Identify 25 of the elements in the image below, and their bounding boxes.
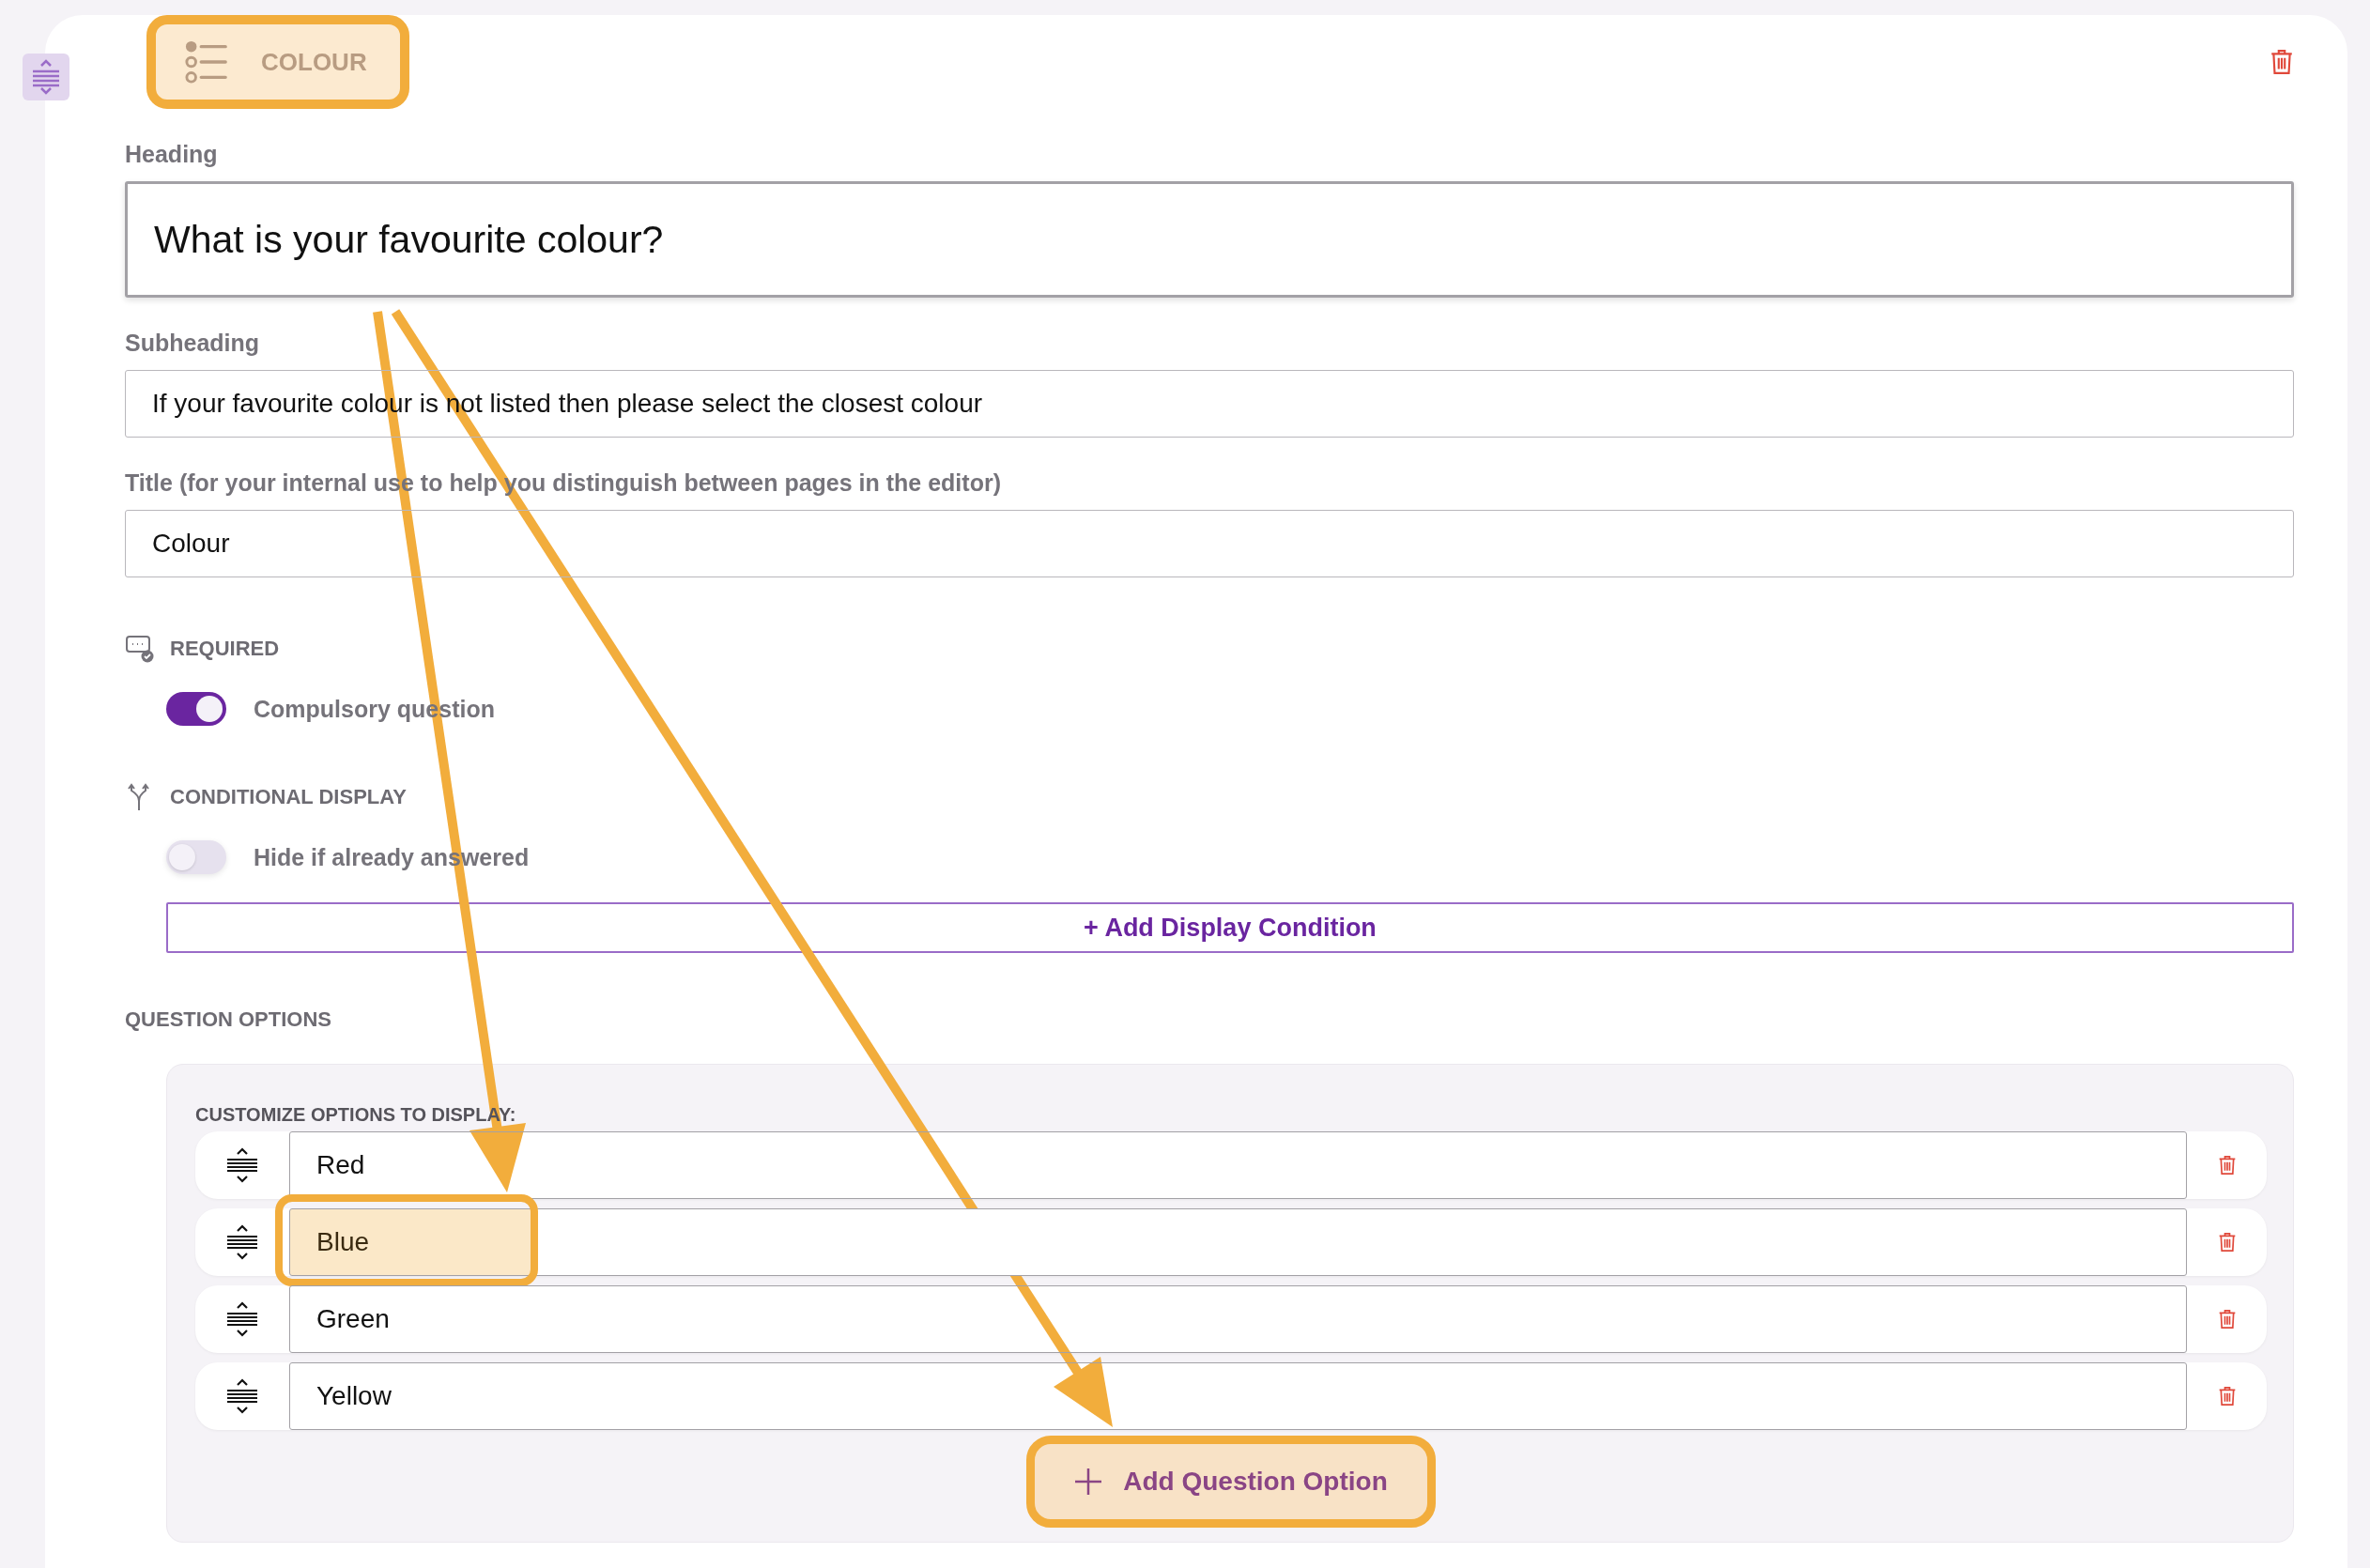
section-heading: CONDITIONAL DISPLAY bbox=[170, 785, 407, 809]
page-type-label: COLOUR bbox=[261, 47, 367, 77]
add-option-button[interactable]: Add Question Option bbox=[1026, 1436, 1436, 1528]
delete-icon[interactable] bbox=[2217, 1309, 2237, 1330]
option-field[interactable]: Red bbox=[289, 1131, 2187, 1199]
drag-handle-icon[interactable] bbox=[23, 54, 69, 100]
add-condition-button[interactable]: + Add Display Condition bbox=[166, 902, 2294, 953]
field-label: Heading bbox=[125, 141, 219, 168]
text-field[interactable]: What is your favourite colour? bbox=[125, 181, 2294, 298]
option-field[interactable]: Green bbox=[289, 1285, 2187, 1353]
list-icon bbox=[184, 39, 229, 85]
text-field[interactable]: Colour bbox=[125, 510, 2294, 577]
toggle-switch[interactable] bbox=[166, 692, 226, 726]
chat-check-icon bbox=[125, 634, 155, 664]
delete-icon[interactable] bbox=[2270, 49, 2294, 75]
toggle-switch[interactable] bbox=[166, 840, 226, 874]
section-heading: QUESTION OPTIONS bbox=[125, 1007, 333, 1032]
delete-icon[interactable] bbox=[2217, 1155, 2237, 1176]
delete-icon[interactable] bbox=[2217, 1386, 2237, 1407]
option-field[interactable]: Blue bbox=[289, 1208, 2187, 1276]
plus-icon bbox=[1074, 1468, 1103, 1496]
delete-icon[interactable] bbox=[2217, 1232, 2237, 1253]
option-field[interactable]: Yellow bbox=[289, 1362, 2187, 1430]
field-label: Subheading bbox=[125, 330, 261, 357]
section-heading: REQUIRED bbox=[170, 637, 280, 661]
